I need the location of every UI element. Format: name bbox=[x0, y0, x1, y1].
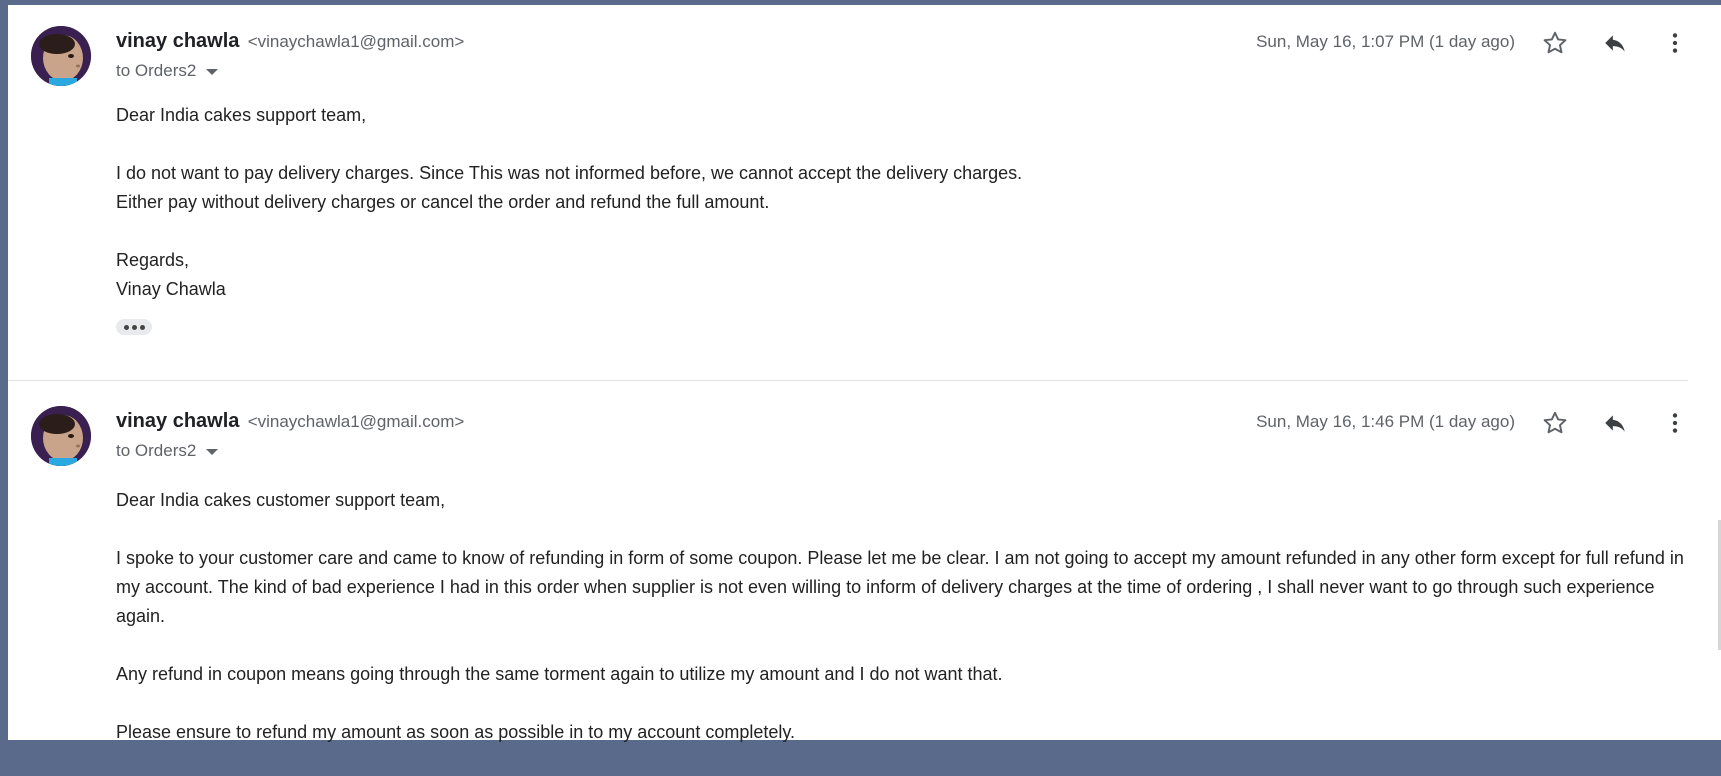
ellipsis-icon bbox=[131, 324, 137, 330]
recipient-details-toggle[interactable]: to Orders2 bbox=[116, 441, 219, 461]
more-options-button[interactable] bbox=[1657, 25, 1693, 61]
star-button[interactable] bbox=[1537, 405, 1573, 441]
body-paragraph: I do not want to pay delivery charges. S… bbox=[116, 163, 1023, 183]
reply-button[interactable] bbox=[1597, 25, 1633, 61]
star-outline-icon bbox=[1543, 411, 1567, 434]
email-message: vinay chawla <vinaychawla1@gmail.com> to… bbox=[8, 385, 1688, 745]
more-options-button[interactable] bbox=[1657, 405, 1693, 441]
window-frame: vinay chawla <vinaychawla1@gmail.com> to… bbox=[0, 0, 1721, 742]
timestamp: Sun, May 16, 1:07 PM (1 day ago) bbox=[1256, 32, 1515, 51]
body-paragraph: Dear India cakes support team, bbox=[116, 105, 367, 125]
avatar[interactable] bbox=[31, 406, 91, 466]
timestamp: Sun, May 16, 1:46 PM (1 day ago) bbox=[1256, 412, 1515, 431]
star-button[interactable] bbox=[1537, 25, 1573, 61]
message-body: Dear India cakes support team, I do not … bbox=[116, 101, 1688, 333]
avatar[interactable] bbox=[31, 26, 91, 86]
sender-name[interactable]: vinay chawla bbox=[116, 410, 239, 432]
ellipsis-icon bbox=[139, 324, 145, 330]
body-paragraph: I spoke to your customer care and came t… bbox=[116, 548, 1684, 626]
sender-line: vinay chawla <vinaychawla1@gmail.com> bbox=[116, 30, 464, 53]
sender-email: <vinaychawla1@gmail.com> bbox=[247, 412, 465, 431]
recipient-label: to Orders2 bbox=[116, 61, 197, 80]
reply-icon bbox=[1605, 35, 1625, 52]
body-paragraph: Vinay Chawla bbox=[116, 279, 226, 299]
recipient-label: to Orders2 bbox=[116, 441, 197, 460]
more-vertical-icon bbox=[1672, 413, 1678, 433]
sender-email: <vinaychawla1@gmail.com> bbox=[247, 32, 465, 51]
sender-name[interactable]: vinay chawla bbox=[116, 30, 239, 52]
recipient-details-toggle[interactable]: to Orders2 bbox=[116, 61, 219, 81]
message-body: Dear India cakes customer support team, … bbox=[116, 486, 1688, 776]
show-trimmed-content-button[interactable] bbox=[116, 319, 152, 335]
sender-line: vinay chawla <vinaychawla1@gmail.com> bbox=[116, 410, 464, 433]
ellipsis-icon bbox=[123, 324, 129, 330]
body-paragraph: Dear India cakes customer support team, bbox=[116, 490, 446, 510]
body-paragraph: Regards, bbox=[116, 250, 190, 270]
body-paragraph: Any refund in coupon means going through… bbox=[116, 664, 1003, 684]
left-edge bbox=[0, 0, 8, 740]
more-vertical-icon bbox=[1672, 33, 1678, 53]
star-outline-icon bbox=[1543, 31, 1567, 54]
email-thread: vinay chawla <vinaychawla1@gmail.com> to… bbox=[8, 5, 1721, 742]
reply-button[interactable] bbox=[1597, 405, 1633, 441]
chevron-down-icon[interactable] bbox=[206, 69, 219, 75]
email-message: vinay chawla <vinaychawla1@gmail.com> to… bbox=[8, 5, 1688, 380]
message-divider bbox=[8, 380, 1688, 381]
chevron-down-icon[interactable] bbox=[206, 449, 219, 455]
body-paragraph: Either pay without delivery charges or c… bbox=[116, 192, 770, 212]
reply-icon bbox=[1605, 415, 1625, 432]
body-paragraph: Please ensure to refund my amount as soo… bbox=[116, 722, 796, 742]
